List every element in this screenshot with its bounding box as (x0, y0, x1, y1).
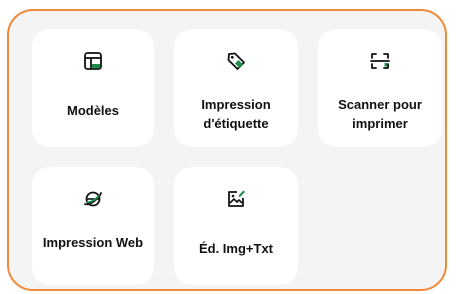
scan-frame-icon (368, 49, 392, 73)
layout-template-icon (81, 49, 105, 73)
web-print-tile[interactable]: Impression Web (32, 167, 154, 285)
image-text-edit-tile[interactable]: Éd. Img+Txt (174, 167, 298, 285)
web-print-label: Impression Web (42, 235, 144, 250)
label-tag-icon (224, 49, 248, 73)
templates-label: Modèles (66, 103, 119, 118)
scan-to-print-label: Scanner pour imprimer (338, 97, 422, 131)
image-edit-icon (224, 187, 248, 211)
scan-to-print-tile[interactable]: Scanner pour imprimer (318, 29, 442, 147)
image-text-edit-label: Éd. Img+Txt (198, 241, 274, 256)
web-globe-icon (81, 187, 105, 211)
label-print-label: Impression d'étiquette (201, 97, 271, 131)
templates-tile[interactable]: Modèles (32, 29, 154, 147)
label-print-tile[interactable]: Impression d'étiquette (174, 29, 298, 147)
